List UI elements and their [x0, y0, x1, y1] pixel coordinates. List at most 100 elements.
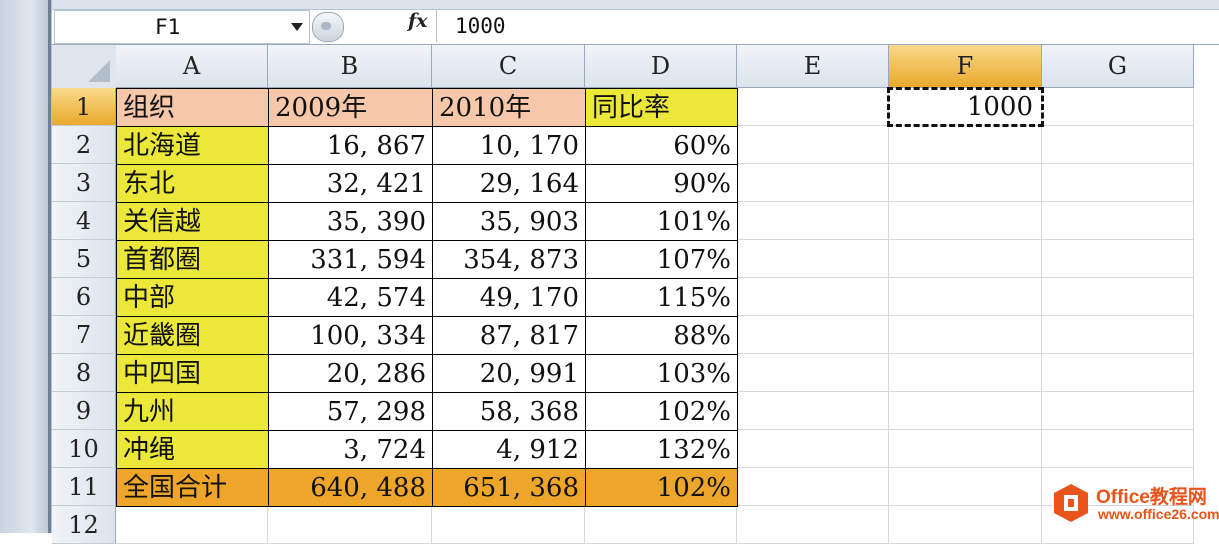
- table-cell[interactable]: 10, 170: [432, 126, 586, 165]
- table-cell[interactable]: 354, 873: [432, 240, 586, 279]
- table-cell[interactable]: 87, 817: [432, 316, 586, 355]
- column-header-c[interactable]: C: [432, 45, 585, 88]
- table-cell[interactable]: 北海道: [116, 126, 269, 165]
- formula-input[interactable]: 1000: [436, 10, 1217, 42]
- table-cell[interactable]: 29, 164: [432, 164, 586, 203]
- cell-e4[interactable]: [737, 202, 889, 240]
- name-box[interactable]: F1: [54, 10, 310, 44]
- table-cell[interactable]: 42, 574: [268, 278, 433, 317]
- cell-f9[interactable]: [889, 392, 1042, 430]
- total-cell[interactable]: 640, 488: [268, 468, 433, 507]
- cell-f8[interactable]: [889, 354, 1042, 392]
- column-header-a[interactable]: A: [116, 45, 268, 88]
- table-header-cell[interactable]: 2010年: [432, 88, 586, 127]
- cell-g3[interactable]: [1042, 164, 1194, 202]
- table-cell[interactable]: 32, 421: [268, 164, 433, 203]
- cell-e7[interactable]: [737, 316, 889, 354]
- table-header-cell[interactable]: 同比率: [585, 88, 738, 127]
- row-header-4[interactable]: 4: [52, 202, 116, 240]
- table-cell[interactable]: 88%: [585, 316, 738, 355]
- cell-e8[interactable]: [737, 354, 889, 392]
- cell-g6[interactable]: [1042, 278, 1194, 316]
- row-header-6[interactable]: 6: [52, 278, 116, 316]
- cell-b12[interactable]: [268, 506, 432, 544]
- table-cell[interactable]: 中四国: [116, 354, 269, 393]
- cell-g10[interactable]: [1042, 430, 1194, 468]
- cell-e2[interactable]: [737, 126, 889, 164]
- table-cell[interactable]: 20, 991: [432, 354, 586, 393]
- cell-a12[interactable]: [116, 506, 268, 544]
- row-header-3[interactable]: 3: [52, 164, 116, 202]
- cell-e10[interactable]: [737, 430, 889, 468]
- table-cell[interactable]: 103%: [585, 354, 738, 393]
- row-header-11[interactable]: 11: [52, 468, 116, 506]
- cell-e1[interactable]: [737, 88, 889, 126]
- table-cell[interactable]: 35, 390: [268, 202, 433, 241]
- column-header-e[interactable]: E: [737, 45, 889, 88]
- table-cell[interactable]: 首都圈: [116, 240, 269, 279]
- cell-g9[interactable]: [1042, 392, 1194, 430]
- column-header-g[interactable]: G: [1042, 45, 1194, 88]
- row-header-5[interactable]: 5: [52, 240, 116, 278]
- insert-function-icon[interactable]: fx: [408, 10, 428, 32]
- row-header-12[interactable]: 12: [52, 506, 116, 544]
- cell-g4[interactable]: [1042, 202, 1194, 240]
- cell-d12[interactable]: [585, 506, 737, 544]
- row-header-10[interactable]: 10: [52, 430, 116, 468]
- table-cell[interactable]: 冲绳: [116, 430, 269, 469]
- table-cell[interactable]: 16, 867: [268, 126, 433, 165]
- cell-f5[interactable]: [889, 240, 1042, 278]
- table-cell[interactable]: 60%: [585, 126, 738, 165]
- cell-f7[interactable]: [889, 316, 1042, 354]
- table-cell[interactable]: 3, 724: [268, 430, 433, 469]
- table-cell[interactable]: 九州: [116, 392, 269, 431]
- cell-e9[interactable]: [737, 392, 889, 430]
- row-header-9[interactable]: 9: [52, 392, 116, 430]
- total-cell[interactable]: 102%: [585, 468, 738, 507]
- table-cell[interactable]: 49, 170: [432, 278, 586, 317]
- table-cell[interactable]: 100, 334: [268, 316, 433, 355]
- chevron-down-icon[interactable]: [291, 23, 303, 31]
- select-all-button[interactable]: [52, 45, 117, 89]
- cell-e3[interactable]: [737, 164, 889, 202]
- cell-e6[interactable]: [737, 278, 889, 316]
- cell-g2[interactable]: [1042, 126, 1194, 164]
- cell-f11[interactable]: [889, 468, 1042, 506]
- total-cell[interactable]: 651, 368: [432, 468, 586, 507]
- cell-g8[interactable]: [1042, 354, 1194, 392]
- column-header-f[interactable]: F: [889, 45, 1042, 88]
- cell-e5[interactable]: [737, 240, 889, 278]
- cell-e11[interactable]: [737, 468, 889, 506]
- cell-g7[interactable]: [1042, 316, 1194, 354]
- row-header-1[interactable]: 1: [52, 88, 116, 126]
- table-cell[interactable]: 近畿圈: [116, 316, 269, 355]
- row-header-7[interactable]: 7: [52, 316, 116, 354]
- column-header-d[interactable]: D: [585, 45, 737, 88]
- column-header-b[interactable]: B: [268, 45, 432, 88]
- total-cell[interactable]: 全国合计: [116, 468, 269, 507]
- table-cell[interactable]: 57, 298: [268, 392, 433, 431]
- table-cell[interactable]: 20, 286: [268, 354, 433, 393]
- table-cell[interactable]: 4, 912: [432, 430, 586, 469]
- cell-g5[interactable]: [1042, 240, 1194, 278]
- cell-g1[interactable]: [1042, 88, 1194, 126]
- row-header-8[interactable]: 8: [52, 354, 116, 392]
- table-cell[interactable]: 中部: [116, 278, 269, 317]
- table-cell[interactable]: 东北: [116, 164, 269, 203]
- cell-f12[interactable]: [889, 506, 1042, 544]
- table-cell[interactable]: 90%: [585, 164, 738, 203]
- cell-f10[interactable]: [889, 430, 1042, 468]
- cell-f4[interactable]: [889, 202, 1042, 240]
- row-header-2[interactable]: 2: [52, 126, 116, 164]
- table-cell[interactable]: 关信越: [116, 202, 269, 241]
- table-cell[interactable]: 132%: [585, 430, 738, 469]
- table-cell[interactable]: 107%: [585, 240, 738, 279]
- table-cell[interactable]: 115%: [585, 278, 738, 317]
- cell-c12[interactable]: [432, 506, 585, 544]
- table-cell[interactable]: 102%: [585, 392, 738, 431]
- cell-e12[interactable]: [737, 506, 889, 544]
- cell-f6[interactable]: [889, 278, 1042, 316]
- table-cell[interactable]: 331, 594: [268, 240, 433, 279]
- cell-f2[interactable]: [889, 126, 1042, 164]
- table-header-cell[interactable]: 2009年: [268, 88, 433, 127]
